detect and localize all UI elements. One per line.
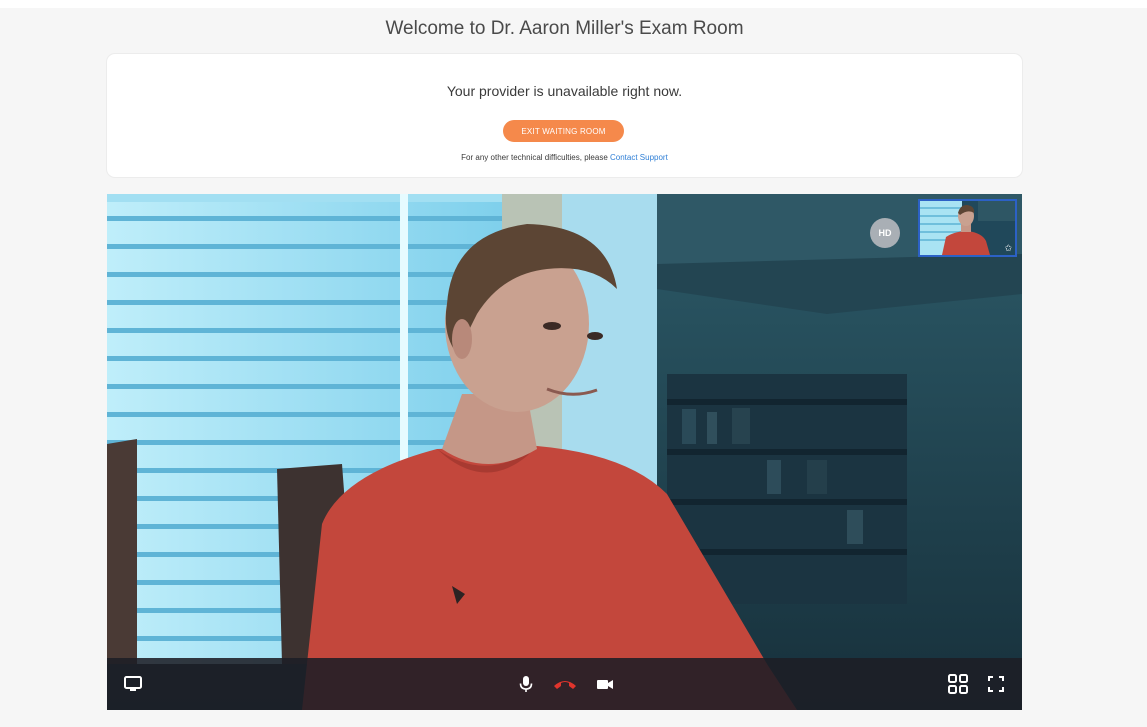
camera-icon[interactable] xyxy=(593,672,617,696)
remote-video-feed xyxy=(107,194,1022,710)
hd-quality-badge[interactable]: HD xyxy=(870,218,900,248)
self-view-feed xyxy=(920,201,1015,255)
screen-share-icon[interactable] xyxy=(121,672,145,696)
fullscreen-icon[interactable] xyxy=(984,672,1008,696)
grid-layout-icon[interactable] xyxy=(946,672,970,696)
exit-waiting-room-button[interactable]: EXIT WAITING ROOM xyxy=(503,120,624,142)
support-prefix: For any other technical difficulties, pl… xyxy=(461,153,610,162)
support-line: For any other technical difficulties, pl… xyxy=(107,153,1022,162)
provider-status-message: Your provider is unavailable right now. xyxy=(446,83,683,99)
remote-video: HD ✩ xyxy=(107,194,1022,710)
top-strip xyxy=(0,0,1147,8)
status-card: Your provider is unavailable right now. … xyxy=(107,54,1022,177)
page-title: Welcome to Dr. Aaron Miller's Exam Room xyxy=(385,18,744,39)
hang-up-icon[interactable] xyxy=(550,672,580,696)
page: Welcome to Dr. Aaron Miller's Exam Room … xyxy=(0,0,1147,727)
left-chair xyxy=(107,439,137,664)
star-icon[interactable]: ✩ xyxy=(1004,244,1012,253)
contact-support-link[interactable]: Contact Support xyxy=(610,153,668,162)
microphone-icon[interactable] xyxy=(514,672,538,696)
call-control-bar xyxy=(107,658,1022,710)
self-view-thumbnail[interactable]: ✩ xyxy=(918,199,1017,257)
